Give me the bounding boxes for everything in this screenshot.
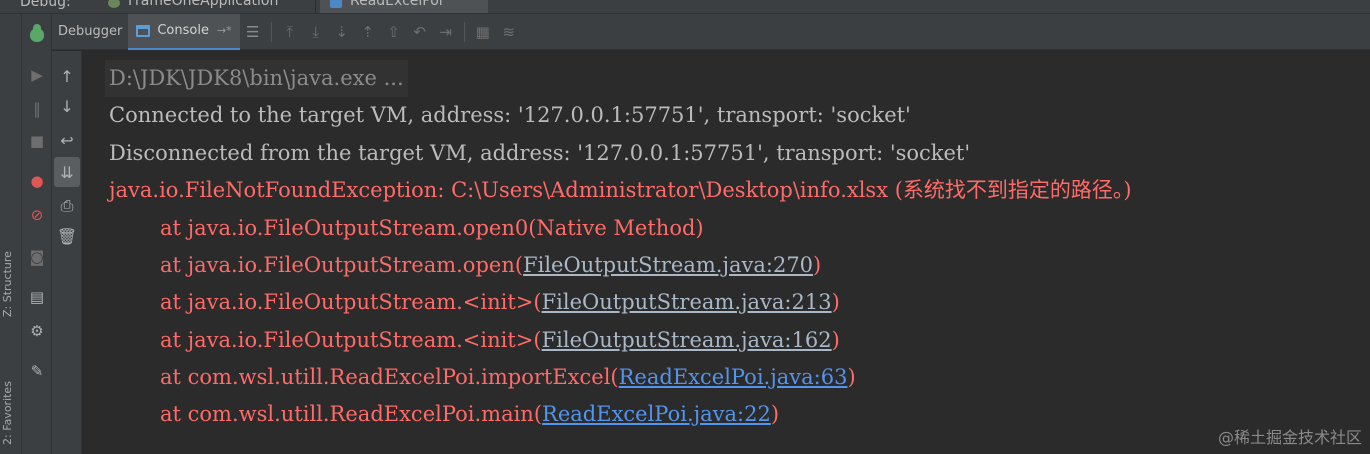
resume-program-icon[interactable]: ▶ xyxy=(22,60,52,90)
source-link[interactable]: ReadExcelPoi.java:63 xyxy=(619,365,848,389)
tab-console-label: Console xyxy=(157,23,209,38)
down-arrow-icon[interactable]: ↓ xyxy=(52,91,82,121)
source-link[interactable]: FileOutputStream.java:213 xyxy=(542,290,832,314)
toolbar-divider xyxy=(463,21,465,42)
stack-frame-text: at com.wsl.utill.ReadExcelPoi.main( xyxy=(160,402,543,426)
step-into-icon[interactable]: ⇣ xyxy=(329,14,355,50)
stack-frame-suffix: ) xyxy=(847,365,856,389)
stack-frame-suffix: ) xyxy=(831,328,840,352)
clear-all-icon[interactable]: 🗑 xyxy=(52,221,82,251)
mute-breakpoints-icon[interactable]: ⊘ xyxy=(22,200,52,230)
exception-message: java.io.FileNotFoundException: C:\Users\… xyxy=(109,178,1132,202)
debug-toolbar: Debugger Console →* ☰ ⤒ ⤓ ⇣ ⇡ ⇧ ↶ ⇥ ▦ ≋ xyxy=(52,13,1370,50)
force-step-into-icon[interactable]: ⇡ xyxy=(355,14,381,50)
stack-frame-text: at java.io.FileOutputStream.open( xyxy=(160,253,524,277)
view-breakpoints-icon[interactable]: ● xyxy=(22,166,52,196)
stack-trace-line: at java.io.FileOutputStream.<init>(FileO… xyxy=(160,284,840,321)
source-link[interactable]: FileOutputStream.java:270 xyxy=(523,253,813,277)
pin-icon[interactable]: ✎ xyxy=(22,356,52,386)
tab-readexcelpoi[interactable]: ReadExcelPoi xyxy=(320,0,488,13)
debug-actions-column: ▶ ‖ ■ ● ⊘ ◙ ▤ ⚙ ✎ xyxy=(22,14,52,454)
pin-tab-icon[interactable]: →* xyxy=(217,24,232,37)
gear-icon[interactable]: ⚙ xyxy=(22,316,52,346)
console-icon xyxy=(136,24,151,37)
stack-frame-suffix: ) xyxy=(813,253,822,277)
stack-trace-line: at com.wsl.utill.ReadExcelPoi.main(ReadE… xyxy=(160,396,779,433)
connected-message: Connected to the target VM, address: '12… xyxy=(109,103,911,127)
stop-icon[interactable]: ■ xyxy=(22,126,52,156)
source-link[interactable]: ReadExcelPoi.java:22 xyxy=(542,402,771,426)
stack-trace-line: at com.wsl.utill.ReadExcelPoi.importExce… xyxy=(160,359,856,396)
up-arrow-icon[interactable]: ↑ xyxy=(52,61,82,91)
show-execution-point-icon[interactable]: ⤒ xyxy=(277,14,303,50)
tab-label: FrameOneApplication xyxy=(128,0,279,9)
tab-frameoneapplication[interactable]: FrameOneApplication xyxy=(98,0,316,13)
structure-tool-window-label[interactable]: Z: Structure xyxy=(1,251,19,317)
console-output[interactable]: D:\JDK\JDK8\bin\java.exe ... Connected t… xyxy=(83,51,1370,454)
toolbar-divider xyxy=(270,21,272,42)
java-class-icon xyxy=(330,0,342,8)
stack-frame-suffix: Native Method) xyxy=(536,216,704,240)
stack-trace-line: at java.io.FileOutputStream.open0(Native… xyxy=(160,210,704,247)
console-actions-column: ↑ ↓ ↩ ⇊ ⎙ 🗑 xyxy=(52,51,82,454)
source-link[interactable]: FileOutputStream.java:162 xyxy=(542,328,832,352)
tab-debugger[interactable]: Debugger xyxy=(52,14,128,50)
debug-tab-strip: Debug: FrameOneApplication ReadExcelPoi xyxy=(0,0,1370,14)
camera-icon[interactable]: ◙ xyxy=(22,242,52,272)
spring-app-icon xyxy=(108,0,120,8)
favorites-tool-window-label[interactable]: 2: Favorites xyxy=(1,381,19,445)
tab-console[interactable]: Console →* xyxy=(128,13,240,50)
layout-icon[interactable]: ▤ xyxy=(22,282,52,312)
step-over-icon[interactable]: ⤓ xyxy=(303,14,329,50)
stack-frame-text: at com.wsl.utill.ReadExcelPoi.importExce… xyxy=(160,365,619,389)
tab-label: ReadExcelPoi xyxy=(350,0,443,9)
scroll-to-end-icon[interactable]: ⇊ xyxy=(54,157,80,187)
stack-frame-text: at java.io.FileOutputStream.open0( xyxy=(160,216,537,240)
stack-trace-line: at java.io.FileOutputStream.open(FileOut… xyxy=(160,247,821,284)
left-tool-window-strip: Z: Structure 2: Favorites xyxy=(0,14,22,454)
step-out-icon[interactable]: ⇧ xyxy=(381,14,407,50)
soft-wrap-icon[interactable]: ↩ xyxy=(52,125,82,155)
trace-icon[interactable]: ≋ xyxy=(496,14,522,50)
debug-label: Debug: xyxy=(20,0,71,10)
disconnected-message: Disconnected from the target VM, address… xyxy=(109,141,971,165)
print-icon[interactable]: ⎙ xyxy=(52,191,82,221)
stack-frame-suffix: ) xyxy=(770,402,780,426)
stack-frame-text: at java.io.FileOutputStream.<init>( xyxy=(160,328,542,352)
evaluate-expression-icon[interactable]: ▦ xyxy=(470,14,496,50)
stack-frame-suffix: ) xyxy=(831,290,840,314)
stack-trace-line: at java.io.FileOutputStream.<init>(FileO… xyxy=(160,322,840,359)
stack-frame-text: at java.io.FileOutputStream.<init>( xyxy=(160,290,542,314)
drop-frame-icon[interactable]: ↶ xyxy=(407,14,433,50)
run-to-cursor-icon[interactable]: ⇥ xyxy=(433,14,459,50)
watermark: @稀土掘金技术社区 xyxy=(1217,428,1362,447)
pause-program-icon[interactable]: ‖ xyxy=(22,94,52,124)
run-command-line[interactable]: D:\JDK\JDK8\bin\java.exe ... xyxy=(105,60,408,97)
debug-bug-icon[interactable] xyxy=(22,20,52,50)
menu-icon[interactable]: ☰ xyxy=(240,14,266,50)
